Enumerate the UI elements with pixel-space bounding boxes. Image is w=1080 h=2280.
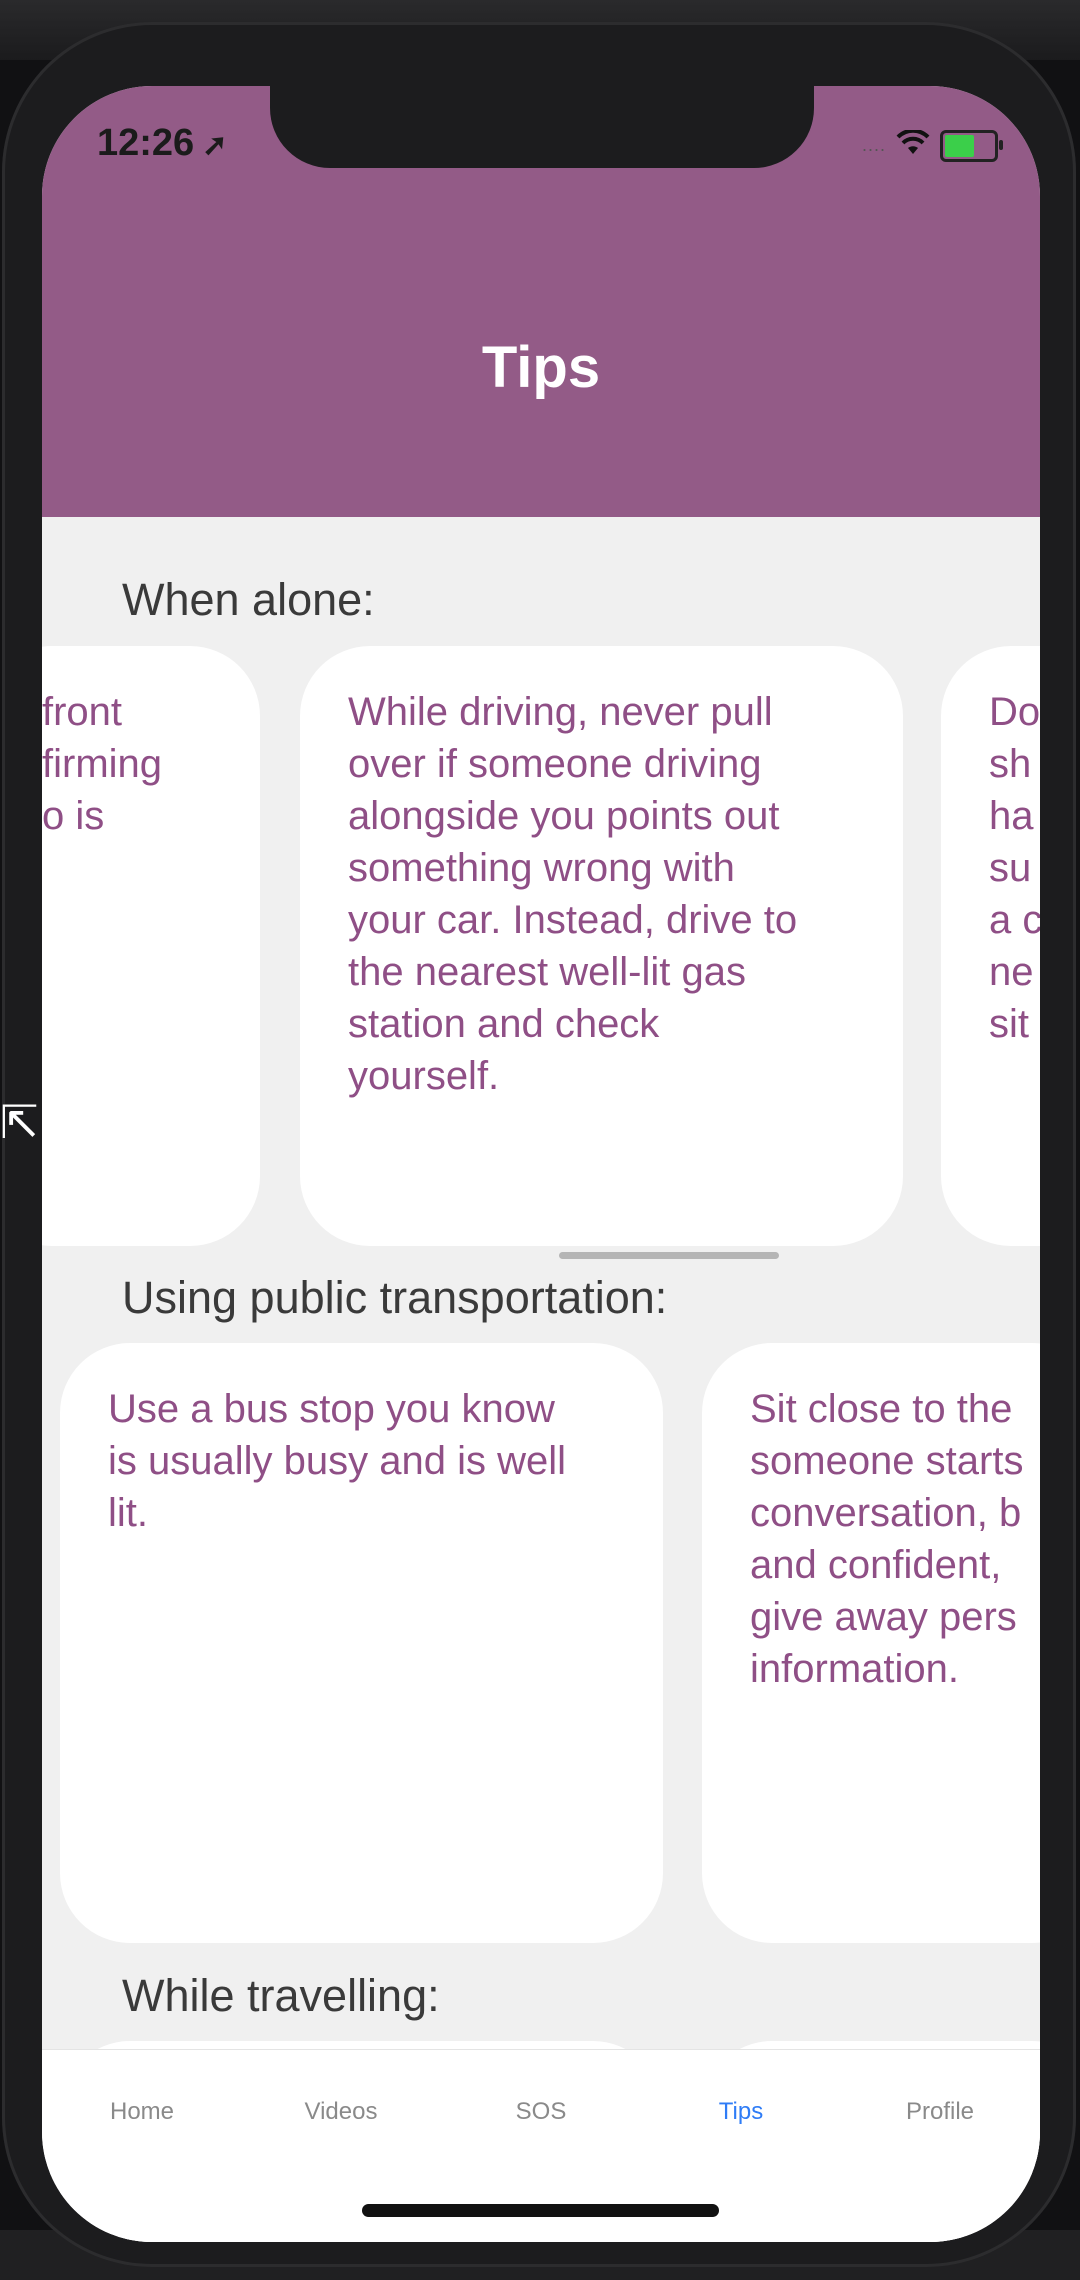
page-title: Tips: [481, 335, 601, 400]
phone-frame: 12:26 ➚ .... Tips When alone: front firm…: [2, 22, 1076, 2267]
device-notch: [270, 86, 814, 168]
signal-icon: ....: [861, 135, 886, 155]
app-screen: 12:26 ➚ .... Tips When alone: front firm…: [42, 86, 1040, 2242]
tab-videos[interactable]: Videos: [241, 2098, 441, 2126]
status-time: 12:26 ➚: [97, 122, 227, 165]
status-time-text: 12:26: [97, 122, 195, 164]
battery-level: [945, 134, 974, 157]
tip-card[interactable]: While driving, never pull over if someon…: [300, 646, 903, 1246]
tip-card[interactable]: Sit close to the someone starts conversa…: [702, 1343, 1040, 1943]
tip-card-text: Do sh ha su a c ne sit: [989, 690, 1040, 1046]
wifi-icon: [896, 126, 930, 165]
wifi-glyph-icon: [896, 128, 930, 154]
horizontal-scroll-indicator: [559, 1252, 779, 1259]
tip-card-text: Use a bus stop you know is usually busy …: [108, 1387, 566, 1535]
section-title-when-alone: When alone:: [122, 574, 375, 625]
tip-card-text: Sit close to the someone starts conversa…: [750, 1387, 1024, 1691]
tip-card[interactable]: Do sh ha su a c ne sit: [941, 646, 1040, 1246]
tip-card[interactable]: front firming o is: [42, 646, 260, 1246]
tip-card-text: front firming o is: [42, 690, 163, 838]
section-title-public-transport: Using public transportation:: [122, 1272, 668, 1323]
tip-card[interactable]: Use a bus stop you know is usually busy …: [60, 1343, 663, 1943]
status-icons: ....: [861, 126, 1003, 165]
mouse-cursor-icon: ⇱: [0, 1096, 39, 1148]
section-title-while-travelling: While travelling:: [122, 1970, 440, 2021]
tip-card-text: While driving, never pull over if someon…: [348, 690, 798, 1098]
tab-tips[interactable]: Tips: [641, 2098, 841, 2126]
tab-home[interactable]: Home: [42, 2098, 242, 2126]
location-arrow-icon: ➚: [202, 129, 228, 162]
home-indicator[interactable]: [362, 2204, 719, 2217]
tab-profile[interactable]: Profile: [840, 2098, 1040, 2126]
battery-charging-icon: [940, 129, 1003, 162]
tab-sos[interactable]: SOS: [441, 2098, 641, 2126]
